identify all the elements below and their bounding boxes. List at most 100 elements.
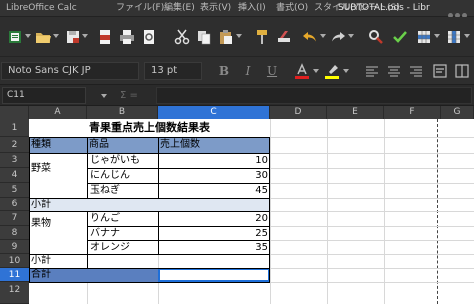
header-category[interactable]: 種類 [29,137,87,153]
align-right-icon[interactable] [408,63,424,79]
undo-dropdown-arrow[interactable] [320,34,326,38]
spreadsheet-grid[interactable]: A B C D E F G 1 2 3 4 5 6 7 8 9 10 11 12 [0,106,474,304]
select-all-corner[interactable] [0,106,29,119]
cut-icon[interactable] [174,29,190,45]
redo-icon[interactable] [330,29,346,45]
font-color-dropdown-arrow[interactable] [313,69,319,73]
highlight-icon[interactable] [324,63,340,79]
new-dropdown-arrow[interactable] [25,34,31,38]
category-vegetables[interactable]: 野菜 [29,153,87,198]
font-color-icon[interactable] [294,63,310,79]
paste-icon[interactable] [218,29,234,45]
save-dropdown-arrow[interactable] [82,34,88,38]
new-icon[interactable] [7,29,23,45]
table-border [29,137,30,283]
row-header-9[interactable]: 9 [0,240,29,254]
underline-button[interactable]: U [264,63,280,79]
column-header-a[interactable]: A [29,106,87,119]
column-header-c[interactable]: C [158,106,270,119]
clear-format-icon[interactable] [276,29,292,45]
formula-input[interactable] [156,87,472,104]
menu-view[interactable]: 表示(V) [200,2,231,15]
italic-button[interactable]: I [240,63,256,79]
column-header-g[interactable]: G [441,106,474,119]
table-border [29,198,270,199]
row-header-7[interactable]: 7 [0,211,29,226]
row-header-8[interactable]: 8 [0,226,29,240]
columns-icon[interactable] [446,29,462,45]
font-name-box[interactable]: Noto Sans CJK JP [1,62,139,80]
subtotal-row[interactable]: 小計 [29,254,87,268]
selected-cell-c11[interactable] [158,268,270,282]
quantity-cell[interactable]: 30 [159,169,270,183]
app-name: LibreOffice Calc [6,3,77,13]
merge-cells-icon[interactable] [454,63,470,79]
column-header-b[interactable]: B [87,106,158,119]
row-header-10[interactable]: 10 [0,254,29,268]
align-center-icon[interactable] [386,63,402,79]
row-header-6[interactable]: 6 [0,198,29,211]
wrap-text-icon[interactable] [432,63,448,79]
row-header-5[interactable]: 5 [0,183,29,198]
print-icon[interactable] [119,29,135,45]
standard-toolbar [0,17,474,57]
table-border [29,254,270,255]
quantity-cell[interactable]: 25 [159,227,270,240]
name-box[interactable]: C11 [2,87,86,104]
row-header-1[interactable]: 1 [0,119,29,137]
row-header-12[interactable]: 12 [0,282,29,304]
category-fruits[interactable]: 果物 [29,211,87,254]
quantity-cell[interactable]: 20 [159,212,270,226]
bold-button[interactable]: B [216,63,232,79]
export-pdf-icon[interactable] [97,29,113,45]
menu-file[interactable]: ファイル(F) [116,2,164,15]
menu-format[interactable]: 書式(O) [276,2,308,15]
formula-function-icons[interactable]: Σ = [120,89,138,102]
column-header-f[interactable]: F [384,106,441,119]
product-cell[interactable]: りんご [88,212,158,226]
formula-bar: C11 Σ = [0,85,474,106]
menu-insert[interactable]: 挿入(I) [238,2,266,15]
columns-dropdown-arrow[interactable] [464,34,470,38]
rows-icon[interactable] [416,29,432,45]
table-title[interactable]: 青果重点売上個数結果表 [29,119,270,137]
column-header-d[interactable]: D [270,106,327,119]
table-border [158,211,159,254]
copy-icon[interactable] [196,29,212,45]
column-header-e[interactable]: E [327,106,384,119]
save-icon[interactable] [65,29,81,45]
row-header-11[interactable]: 11 [0,268,29,282]
font-size-box[interactable]: 13 pt [144,62,202,80]
row-header-2[interactable]: 2 [0,137,29,153]
quantity-cell[interactable]: 45 [159,184,270,198]
subtotal-row[interactable]: 小計 [29,198,270,211]
name-box-dropdown-arrow[interactable] [101,94,107,98]
print-preview-icon[interactable] [141,29,157,45]
product-cell[interactable]: オレンジ [88,241,158,254]
open-dropdown-arrow[interactable] [53,34,59,38]
table-border [29,137,270,138]
product-cell[interactable]: じゃがいも [88,154,158,168]
redo-dropdown-arrow[interactable] [348,34,354,38]
menu-edit[interactable]: 編集(E) [164,2,195,15]
highlight-dropdown-arrow[interactable] [343,69,349,73]
total-row[interactable]: 合計 [29,268,158,282]
find-replace-icon[interactable] [368,29,384,45]
clone-format-icon[interactable] [254,29,270,45]
undo-icon[interactable] [302,29,318,45]
row-header-4[interactable]: 4 [0,168,29,183]
paste-dropdown-arrow[interactable] [236,34,242,38]
product-cell[interactable]: バナナ [88,227,158,240]
spellcheck-icon[interactable] [392,29,408,45]
product-cell[interactable]: にんじん [88,169,158,183]
rows-dropdown-arrow[interactable] [434,34,440,38]
table-border [87,211,88,268]
quantity-cell[interactable]: 35 [159,241,270,254]
header-quantity[interactable]: 売上個数 [158,137,270,153]
row-header-3[interactable]: 3 [0,153,29,168]
product-cell[interactable]: 玉ねぎ [88,184,158,198]
align-left-icon[interactable] [364,63,380,79]
open-icon[interactable] [35,29,51,45]
quantity-cell[interactable]: 10 [159,154,270,168]
header-product[interactable]: 商品 [87,137,158,153]
